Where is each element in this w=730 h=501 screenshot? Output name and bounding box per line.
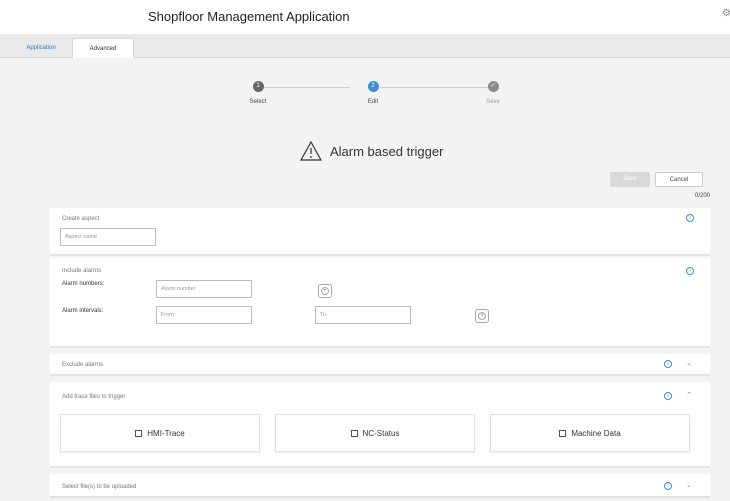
tab-application[interactable]: Application	[12, 38, 70, 58]
alarm-numbers-label: Alarm numbers:	[62, 281, 105, 287]
trigger-title: Alarm based trigger	[330, 143, 444, 159]
chevron-down-icon[interactable]: ⌄	[686, 481, 692, 489]
upload-files-label: Select file(s) to be uploaded	[62, 484, 137, 490]
add-alarm-number-button[interactable]: +	[318, 284, 332, 298]
trace-option-label: NC-Status	[362, 428, 400, 438]
save-button[interactable]: Save	[610, 172, 650, 187]
info-icon[interactable]: i	[686, 267, 694, 275]
alarm-number-input[interactable]: Alarm number	[156, 280, 252, 298]
interval-from-input[interactable]: From	[156, 306, 252, 324]
top-bar: Shopfloor Management Application ⚙	[0, 0, 730, 34]
trace-option-label: Machine Data	[571, 428, 621, 438]
exclude-alarms-label: Exclude alarms	[62, 362, 104, 368]
interval-to-input[interactable]: To	[315, 306, 411, 324]
step-number: 1	[252, 81, 264, 92]
trace-files-card: Add trace files to trigger i ⌃ HMI-Trace…	[50, 382, 710, 468]
add-interval-button[interactable]: +	[475, 309, 489, 323]
step-save[interactable]: ✓ Save	[463, 80, 523, 105]
info-icon[interactable]: i	[664, 392, 672, 400]
alarm-intervals-label: Alarm intervals:	[62, 308, 104, 314]
tab-bar: Application Advanced	[0, 34, 730, 58]
trace-option-hmi[interactable]: HMI-Trace	[60, 414, 260, 452]
step-number: 2	[367, 81, 379, 92]
checkbox[interactable]	[135, 429, 143, 437]
upload-files-card[interactable]: Select file(s) to be uploaded i ⌄	[50, 474, 710, 498]
checkbox[interactable]	[350, 429, 358, 437]
include-alarms-card: Include alarms i Alarm numbers: Alarm nu…	[50, 258, 710, 348]
gear-icon[interactable]: ⚙	[722, 8, 730, 19]
info-icon[interactable]: i	[686, 214, 694, 222]
char-counter: 0/200	[694, 193, 710, 199]
step-label: Save	[486, 99, 500, 105]
plus-icon: +	[478, 312, 486, 320]
trigger-heading: Alarm based trigger	[300, 140, 443, 162]
step-label: Edit	[367, 99, 379, 105]
exclude-alarms-card[interactable]: Exclude alarms i ⌄	[50, 354, 710, 376]
cancel-button[interactable]: Cancel	[655, 172, 703, 187]
stepper: 1 Select 2 Edit ✓ Save	[220, 80, 520, 120]
create-aspect-label: Create aspect	[62, 216, 100, 222]
trace-files-label: Add trace files to trigger	[62, 394, 126, 400]
main-content: 1 Select 2 Edit ✓ Save Alarm based trigg…	[0, 58, 730, 501]
app-title: Shopfloor Management Application	[148, 9, 350, 24]
warning-triangle-icon	[300, 141, 322, 161]
step-select[interactable]: 1 Select	[228, 80, 288, 105]
check-icon: ✓	[487, 81, 499, 92]
step-label: Select	[249, 99, 267, 105]
chevron-up-icon[interactable]: ⌃	[686, 391, 692, 399]
checkbox[interactable]	[559, 429, 567, 437]
create-aspect-card: Create aspect i Aspect name	[50, 208, 710, 256]
tab-advanced[interactable]: Advanced	[72, 38, 134, 58]
step-edit[interactable]: 2 Edit	[343, 80, 403, 105]
info-icon[interactable]: i	[664, 360, 672, 368]
trace-option-label: HMI-Trace	[147, 428, 185, 438]
chevron-down-icon[interactable]: ⌄	[686, 359, 692, 367]
trace-option-machine-data[interactable]: Machine Data	[490, 414, 690, 452]
include-alarms-label: Include alarms	[62, 268, 102, 274]
trace-option-nc-status[interactable]: NC-Status	[275, 414, 475, 452]
aspect-name-input[interactable]: Aspect name	[60, 228, 156, 246]
plus-icon: +	[321, 287, 329, 295]
info-icon[interactable]: i	[664, 482, 672, 490]
